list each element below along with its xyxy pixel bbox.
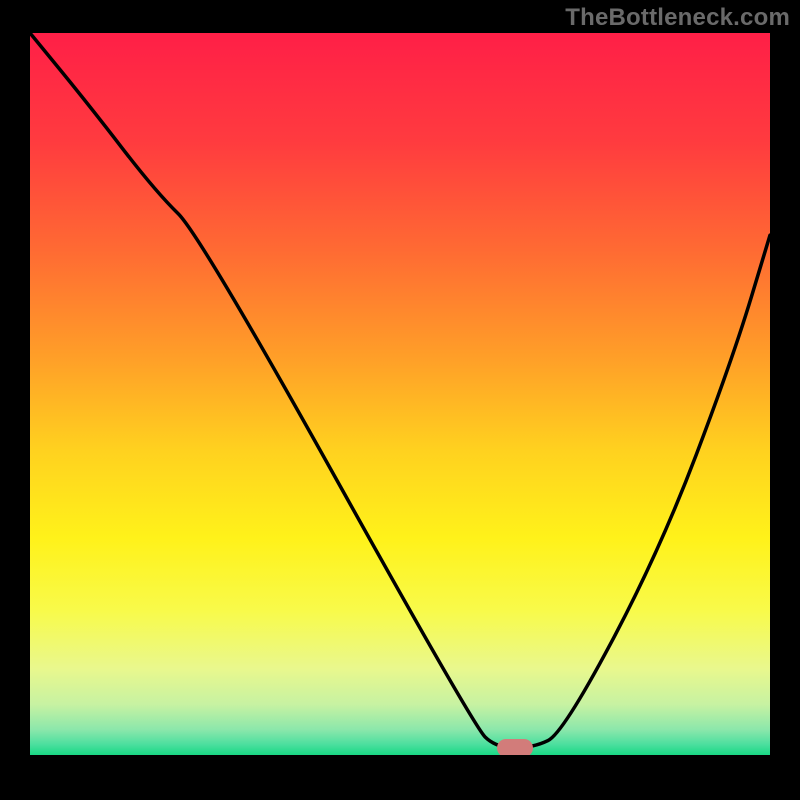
plot-area xyxy=(30,33,770,755)
watermark-text: TheBottleneck.com xyxy=(565,4,790,32)
chart-frame: TheBottleneck.com xyxy=(0,0,800,800)
heatmap-gradient-background xyxy=(30,33,770,755)
